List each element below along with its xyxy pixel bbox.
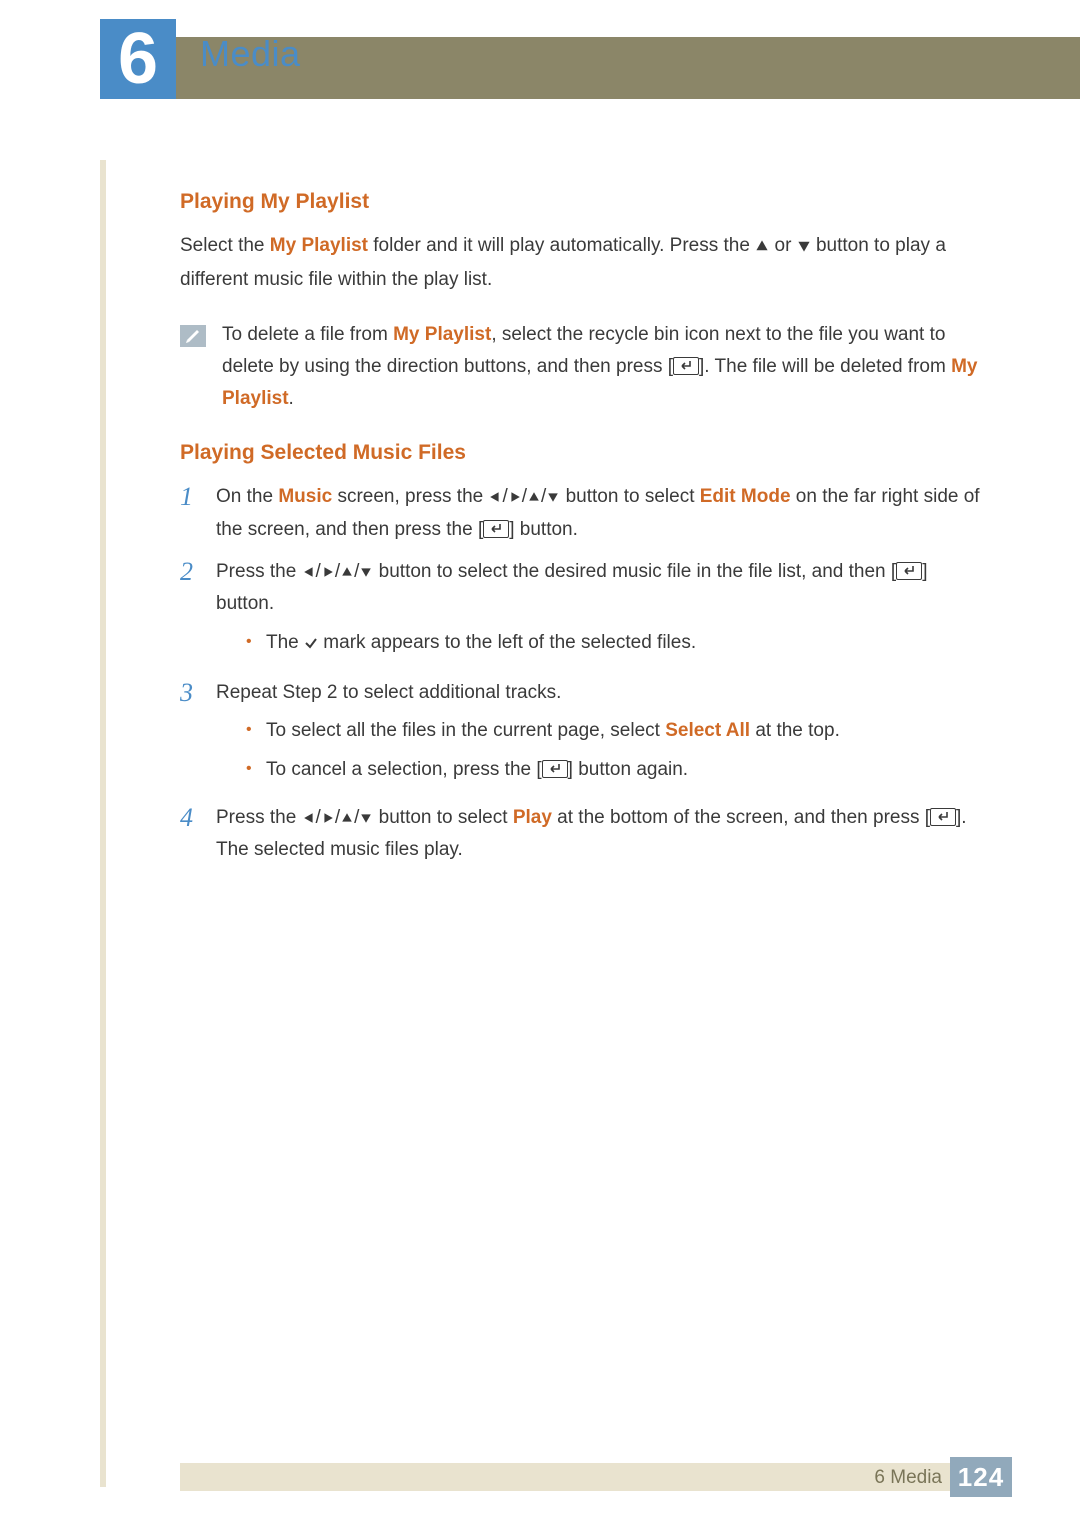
text: ] button again.	[568, 759, 688, 780]
note: To delete a file from My Playlist, selec…	[180, 319, 980, 416]
text: mark appears to the left of the selected…	[318, 632, 696, 653]
down-arrow-icon	[797, 232, 811, 264]
text: The	[266, 632, 304, 653]
step-number: 2	[180, 556, 216, 667]
step-body: Repeat Step 2 to select additional track…	[216, 677, 980, 792]
chapter-number-box: 6	[100, 19, 176, 99]
step-3: 3 Repeat Step 2 to select additional tra…	[180, 677, 980, 792]
emphasis-my-playlist: My Playlist	[393, 324, 491, 345]
text: Press the	[216, 807, 302, 828]
enter-icon	[930, 808, 956, 826]
bullet-dot-icon: •	[246, 715, 266, 747]
step-body: On the Music screen, press the /// butto…	[216, 481, 980, 546]
bullet-item: • To select all the files in the current…	[246, 715, 980, 747]
enter-icon	[896, 562, 922, 580]
step-number: 3	[180, 677, 216, 792]
section-title-playing-my-playlist: Playing My Playlist	[180, 190, 980, 214]
emphasis-select-all: Select All	[665, 720, 750, 741]
text: or	[769, 235, 796, 256]
step-body: Press the /// button to select Play at t…	[216, 802, 980, 867]
text: ]. The file will be deleted from	[699, 356, 951, 377]
enter-icon	[542, 760, 568, 778]
step-number: 4	[180, 802, 216, 867]
emphasis-edit-mode: Edit Mode	[700, 486, 791, 507]
section-title-playing-selected: Playing Selected Music Files	[180, 441, 980, 465]
bullet-text: The mark appears to the left of the sele…	[266, 627, 980, 661]
text: at the bottom of the screen, and then pr…	[552, 807, 930, 828]
step-1: 1 On the Music screen, press the /// but…	[180, 481, 980, 546]
bullet-item: • To cancel a selection, press the [ ] bu…	[246, 754, 980, 786]
bullet-list: • The mark appears to the left of the se…	[216, 627, 980, 661]
text: screen, press the	[332, 486, 488, 507]
emphasis-my-playlist: My Playlist	[270, 235, 368, 256]
text: folder and it will play automatically. P…	[368, 235, 755, 256]
text: To select all the files in the current p…	[266, 720, 665, 741]
direction-arrows-icon: ///	[302, 561, 374, 582]
text: button to select	[560, 486, 699, 507]
page-number: 124	[958, 1462, 1004, 1493]
enter-icon	[483, 520, 509, 538]
up-arrow-icon	[755, 232, 769, 264]
emphasis-play: Play	[513, 807, 552, 828]
text: Repeat Step 2 to select additional track…	[216, 682, 561, 703]
bullet-item: • The mark appears to the left of the se…	[246, 627, 980, 661]
note-text: To delete a file from My Playlist, selec…	[222, 319, 980, 416]
text: ] button.	[509, 519, 578, 540]
text: To cancel a selection, press the [	[266, 759, 542, 780]
check-icon	[304, 629, 318, 661]
text: button to select the desired music file …	[373, 561, 896, 582]
direction-arrows-icon: ///	[488, 486, 560, 507]
step-body: Press the /// button to select the desir…	[216, 556, 980, 667]
chapter-title: Media	[200, 33, 301, 75]
page-number-box: 124	[950, 1457, 1012, 1497]
bullet-dot-icon: •	[246, 627, 266, 661]
enter-icon	[673, 357, 699, 375]
bullet-dot-icon: •	[246, 754, 266, 786]
step-2: 2 Press the /// button to select the des…	[180, 556, 980, 667]
bullet-text: To cancel a selection, press the [ ] butt…	[266, 754, 980, 786]
text: To delete a file from	[222, 324, 393, 345]
direction-arrows-icon: ///	[302, 807, 374, 828]
text: button to select	[373, 807, 512, 828]
side-accent	[100, 160, 106, 1487]
bullet-list: • To select all the files in the current…	[216, 715, 980, 786]
text: On the	[216, 486, 278, 507]
content: Playing My Playlist Select the My Playli…	[180, 190, 980, 876]
text: Press the	[216, 561, 302, 582]
note-icon	[180, 325, 206, 347]
text: Select the	[180, 235, 270, 256]
step-4: 4 Press the /// button to select Play at…	[180, 802, 980, 867]
bullet-text: To select all the files in the current p…	[266, 715, 980, 747]
paragraph: Select the My Playlist folder and it wil…	[180, 230, 980, 297]
footer-label: 6 Media	[874, 1467, 942, 1489]
text: at the top.	[750, 720, 840, 741]
text: .	[289, 388, 294, 409]
page: 6 Media Playing My Playlist Select the M…	[0, 0, 1080, 1527]
chapter-number: 6	[118, 23, 158, 95]
emphasis-music: Music	[278, 486, 332, 507]
step-number: 1	[180, 481, 216, 546]
